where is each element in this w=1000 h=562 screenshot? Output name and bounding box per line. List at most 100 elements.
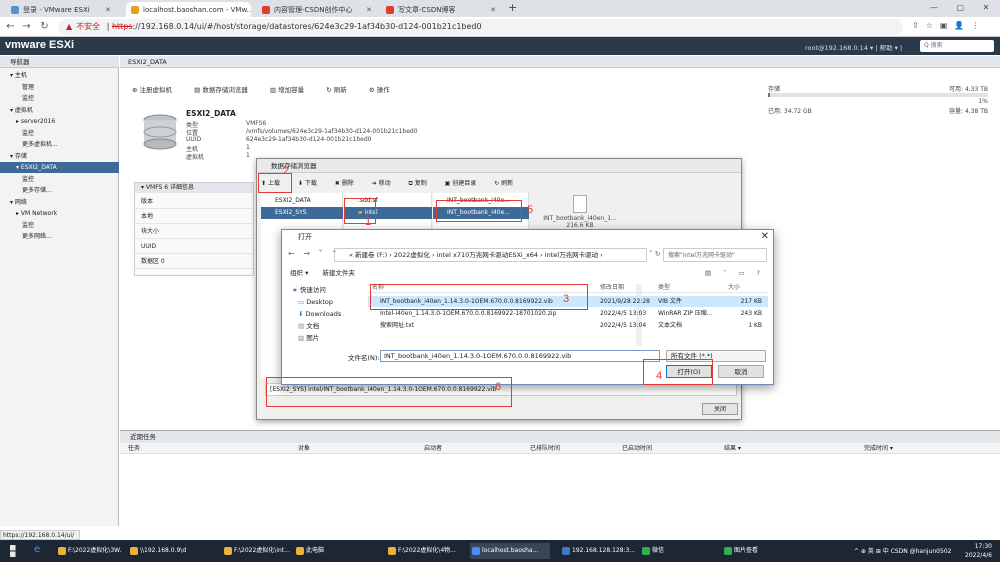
filename-input[interactable]: INT_bootbank_i40en_1.14.3.0-1OEM.670.0.0… xyxy=(380,350,660,362)
edge-icon[interactable]: e xyxy=(34,544,40,555)
navigator-item[interactable]: 更多存储... xyxy=(0,185,119,196)
navigator-item[interactable]: ▾ 虚拟机 xyxy=(0,105,119,116)
col-date[interactable]: 修改日期 xyxy=(600,282,624,293)
taskbar-item[interactable]: 微信 xyxy=(640,543,704,559)
taskbar-item[interactable]: 此电脑 xyxy=(294,543,360,559)
recent-tasks-title: 近期任务 xyxy=(120,431,1000,443)
quick-access-item[interactable]: ▤ 文档 xyxy=(298,320,319,332)
navigator-item[interactable]: 监控 xyxy=(0,128,119,139)
file-type: WinRAR ZIP 压缩... xyxy=(658,310,713,317)
navigator-item[interactable]: ▾ 主机 xyxy=(0,70,119,81)
app-icon xyxy=(388,547,396,555)
navigator-item[interactable]: ▸ VM Network xyxy=(0,208,119,219)
new-tab-button[interactable]: + xyxy=(508,1,517,14)
view-options-icons[interactable]: ▤ ˅ ▭ ? xyxy=(705,267,765,279)
download-button[interactable]: ⬇ 下载 xyxy=(298,180,325,187)
col-result[interactable]: 结果 ▾ xyxy=(724,443,741,454)
close-icon[interactable]: ✕ xyxy=(366,6,372,14)
col-type[interactable]: 类型 xyxy=(658,282,670,293)
window-controls[interactable]: — ▢ ✕ xyxy=(930,3,997,12)
annotation-label-4: 4 xyxy=(656,370,663,382)
property-value: 1 xyxy=(246,144,250,151)
col-queued[interactable]: 已排队时间 xyxy=(530,443,560,454)
taskbar-item[interactable]: \\192.168.0.9\d xyxy=(128,543,198,559)
col-task[interactable]: 任务 xyxy=(128,443,140,454)
windows-start-icon[interactable] xyxy=(10,545,16,557)
browser-tab-localhost[interactable]: localhost.baoshan.com - VMw...✕ xyxy=(126,2,251,17)
navigator-item[interactable]: ▾ ESXI2_DATA xyxy=(0,162,119,173)
file-row[interactable]: 搜索网址.txt 2022/4/5 13:04 文本文档 1 KB xyxy=(368,320,768,331)
breadcrumb[interactable]: « 新建卷 (F:) › 2022虚拟化 › intel x710万兆网卡驱动E… xyxy=(334,248,647,262)
move-button[interactable]: ➔ 移动 xyxy=(372,180,399,187)
navigator-item[interactable]: 更多网络... xyxy=(0,231,119,242)
col-object[interactable]: 对象 xyxy=(298,443,310,454)
navigator-item[interactable]: 监控 xyxy=(0,174,119,185)
vmfs-detail-row: UUID xyxy=(135,240,253,254)
esxi-header: vmware ESXi root@192.168.0.14 ▾ | 帮助 ▾ |… xyxy=(0,37,1000,55)
refresh-button[interactable]: ↻ 刷新 xyxy=(494,180,521,187)
refresh-button[interactable]: ↻ 刷新 xyxy=(326,86,357,94)
back-arrow-icon[interactable]: ← xyxy=(4,20,17,33)
vmfs-details-title[interactable]: ▾ VMFS 6 详细信息 xyxy=(135,183,253,193)
col-size[interactable]: 大小 xyxy=(728,282,740,293)
taskbar-item[interactable]: F:\2022虚拟化\3W... xyxy=(56,543,122,559)
dropdown-refresh-icons[interactable]: ˅ ↻ xyxy=(649,250,661,258)
datastore-browser-button[interactable]: ▤ 数据存储浏览器 xyxy=(194,86,258,94)
taskbar-item[interactable]: F:\2022虚拟化\4物... xyxy=(386,543,466,559)
vmfs-details-panel: ▾ VMFS 6 详细信息 版本 本地 块大小 UUID 数据区 0 xyxy=(134,182,254,276)
windows-taskbar: e F:\2022虚拟化\3W... \\192.168.0.9\d F:\2022… xyxy=(0,540,1000,562)
navigator-item[interactable]: 更多虚拟机... xyxy=(0,139,119,150)
close-button[interactable]: 关闭 xyxy=(702,403,738,415)
col-started[interactable]: 已启动时间 xyxy=(622,443,652,454)
quick-access-item[interactable]: ▭ Desktop xyxy=(298,296,333,308)
close-icon[interactable]: ✕ xyxy=(105,6,111,14)
col-initiator[interactable]: 启动者 xyxy=(424,443,442,454)
preview-file-size: 216.6 KB xyxy=(566,222,594,229)
taskbar-item[interactable]: 图片查看 xyxy=(722,543,786,559)
quick-access-item[interactable]: ⬇ Downloads xyxy=(298,308,341,320)
cancel-button[interactable]: 取消 xyxy=(718,365,764,378)
col-completed[interactable]: 完成时间 ▾ xyxy=(864,443,893,454)
search-input[interactable]: 搜索"intel万兆网卡驱动" xyxy=(663,248,767,262)
tab-favicon-icon xyxy=(11,5,19,14)
copy-button[interactable]: ⧉ 复制 xyxy=(409,180,435,187)
taskbar-item[interactable]: localhost.baosha... xyxy=(470,543,550,559)
annotation-box-6 xyxy=(266,377,512,407)
browser-tab-csdn-content[interactable]: 内容管理-CSDN创作中心 ✕ xyxy=(257,2,377,17)
taskbar-item[interactable]: 192.168.128.128:3... xyxy=(560,543,636,559)
close-icon[interactable]: ✕ xyxy=(761,231,769,242)
navigator-item[interactable]: 管理 xyxy=(0,82,119,93)
new-folder-button[interactable]: 新建文件夹 xyxy=(322,269,355,277)
navigator-item[interactable]: ▾ 网络 xyxy=(0,197,119,208)
browser-tab-esxi-login[interactable]: 登录 - VMware ESXi ✕ xyxy=(6,2,116,17)
navigator-item[interactable]: ▸ server2016 xyxy=(0,116,119,127)
app-icon xyxy=(224,547,232,555)
datastore-item-esxi2-sys[interactable]: ESXI2_SYS xyxy=(261,207,343,219)
navigator-panel: 导航器 ▾ 主机 管理 监控 ▾ 虚拟机 ▸ server2016 监控 更多虚拟机... ▾… xyxy=(0,56,119,526)
nav-arrows-icon[interactable]: ← → ˅ ↑ xyxy=(288,249,341,258)
user-menu[interactable]: root@192.168.0.14 ▾ | 帮助 ▾ | xyxy=(805,42,902,52)
navigator-item[interactable]: 监控 xyxy=(0,93,119,104)
taskbar-item[interactable]: F:\2022虚拟化\int... xyxy=(222,543,290,559)
delete-button[interactable]: ✖ 删除 xyxy=(335,180,362,187)
address-bar[interactable]: ▲ 不安全 | https://192.168.0.14/ui/#/host/st… xyxy=(58,19,903,35)
increase-capacity-button[interactable]: ▥ 增加容量 xyxy=(270,86,314,94)
quick-access-item[interactable]: ★ 快速访问 xyxy=(292,284,326,296)
register-vm-button[interactable]: ⊕ 注册虚拟机 xyxy=(132,86,182,94)
create-directory-button[interactable]: ▣ 创建目录 xyxy=(445,180,485,187)
datastore-item-esxi2-data[interactable]: ESXI2_DATA xyxy=(261,195,343,207)
navigator-item[interactable]: ▾ 存储 xyxy=(0,151,119,162)
organize-button[interactable]: 组织 ▾ xyxy=(290,269,308,277)
quick-access-item[interactable]: ▨ 图片 xyxy=(298,332,319,344)
search-input[interactable]: Q 搜索 xyxy=(920,40,994,52)
browser-tab-csdn-write[interactable]: 写文章-CSDN博客 ✕ xyxy=(381,2,501,17)
reload-icon[interactable]: ↻ xyxy=(38,20,51,33)
close-icon[interactable]: ✕ xyxy=(490,6,496,14)
actions-button[interactable]: ⚙ 操作 xyxy=(369,86,400,94)
forward-arrow-icon[interactable]: → xyxy=(20,20,33,33)
navigator-item[interactable]: 监控 xyxy=(0,220,119,231)
taskbar-clock[interactable]: 17:30 2022/4/6 xyxy=(912,542,992,560)
browser-actions-icons[interactable]: ⇪☆▣👤⋮ xyxy=(912,21,986,30)
datastore-name: ESXI2_DATA xyxy=(186,109,236,118)
app-icon xyxy=(724,547,732,555)
